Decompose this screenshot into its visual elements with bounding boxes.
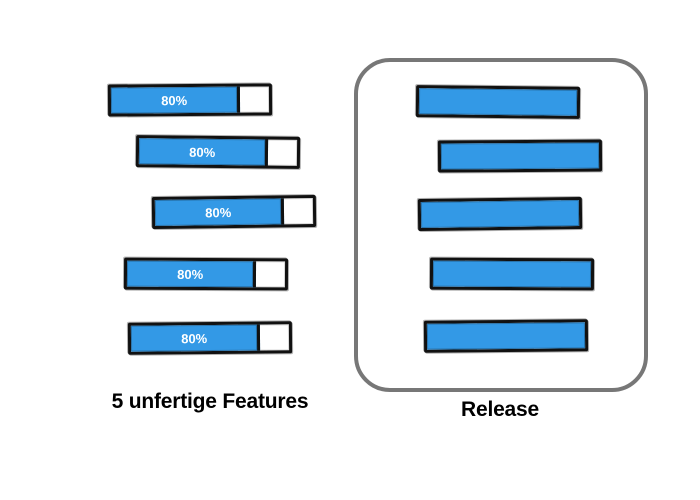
feature-bar-fill: 80% xyxy=(131,325,261,352)
feature-bar-fill: 80% xyxy=(155,198,285,226)
release-caption: Release xyxy=(370,398,630,422)
release-bar-fill xyxy=(441,142,599,169)
release-bar xyxy=(438,139,602,172)
feature-bar-label: 80% xyxy=(181,331,207,346)
feature-bar-label: 80% xyxy=(189,144,215,159)
feature-bar-fill: 80% xyxy=(139,138,269,165)
feature-bar-label: 80% xyxy=(161,93,187,108)
release-bar-fill xyxy=(433,261,591,288)
release-bar-fill xyxy=(427,322,585,349)
release-bar xyxy=(418,197,582,231)
feature-bar: 80% xyxy=(124,258,288,291)
unfinished-caption: 5 unfertige Features xyxy=(80,390,340,414)
release-bar xyxy=(416,85,580,119)
diagram-stage: 80% 80% 80% 80% 80% 5 unfertige Features xyxy=(0,0,700,500)
feature-bar: 80% xyxy=(136,135,300,169)
release-bar-fill xyxy=(421,200,579,228)
release-bar-fill xyxy=(419,88,577,116)
feature-bar: 80% xyxy=(152,195,316,229)
feature-bar-fill: 80% xyxy=(111,87,241,114)
feature-bar: 80% xyxy=(108,83,272,116)
feature-bar-fill: 80% xyxy=(127,261,257,288)
feature-bar: 80% xyxy=(128,321,292,354)
feature-bar-label: 80% xyxy=(177,266,203,281)
release-bar xyxy=(424,319,588,352)
release-bar xyxy=(430,258,594,291)
feature-bar-label: 80% xyxy=(205,205,231,220)
